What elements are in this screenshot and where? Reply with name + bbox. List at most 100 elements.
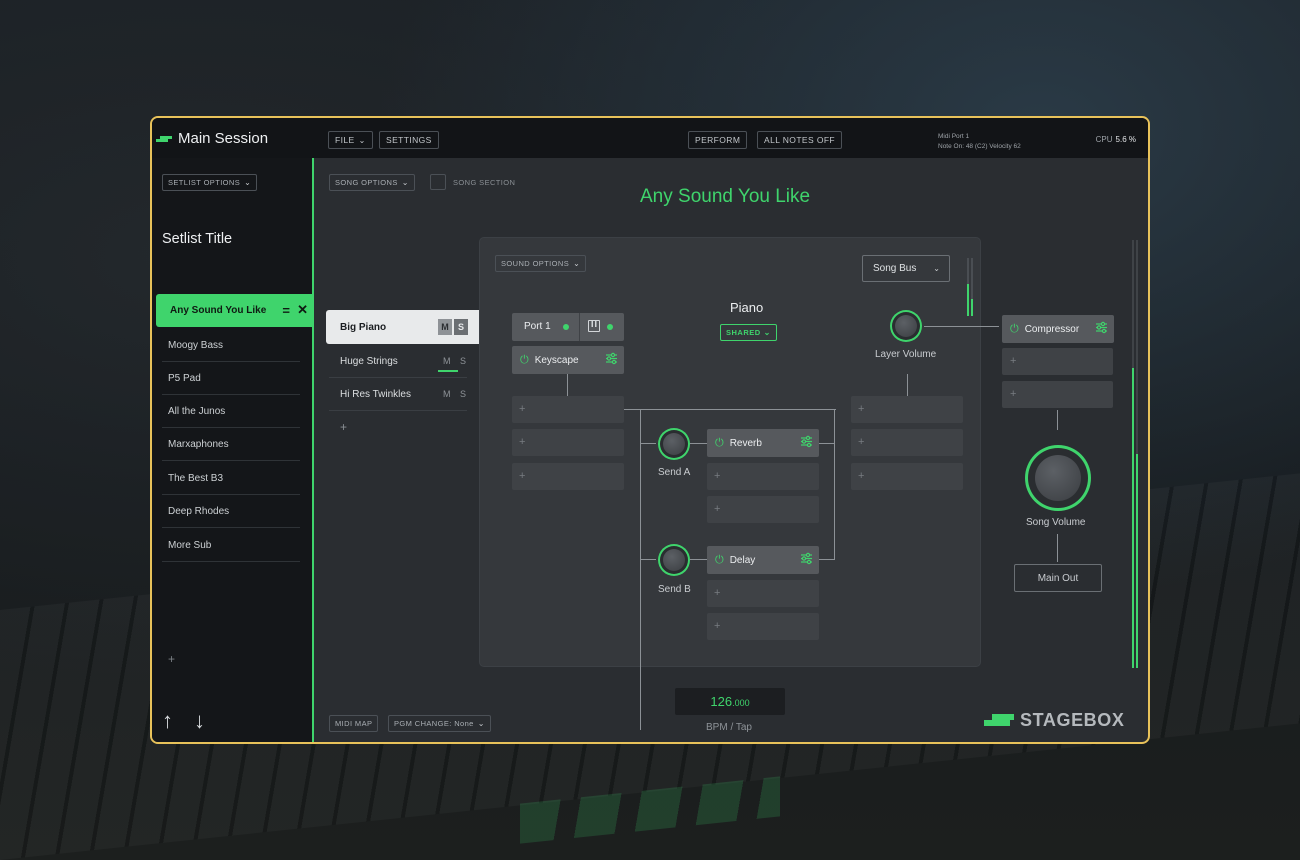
reverb-slot[interactable]: ⏻ Reverb <box>707 429 819 457</box>
bpm-value: 126 <box>710 694 733 709</box>
arrow-up-icon[interactable]: ↑ <box>162 708 173 734</box>
stagebox-logo-icon <box>984 714 1016 726</box>
insert-slot-empty[interactable]: + <box>851 429 963 456</box>
insert-slot-empty[interactable]: + <box>707 463 819 490</box>
instrument-slot[interactable]: ⏻ Keyscape <box>512 346 624 374</box>
setlist-song-active[interactable]: Any Sound You Like = ✕ <box>156 294 314 327</box>
setlist-song[interactable]: All the Junos <box>162 395 300 428</box>
arrow-down-icon[interactable]: ↓ <box>194 708 205 734</box>
knob-cap <box>1035 455 1081 501</box>
file-menu-button[interactable]: FILE ⌄ <box>328 131 373 149</box>
song-title: Any Sound You Like <box>640 186 811 207</box>
power-icon[interactable]: ⏻ <box>715 437 724 450</box>
power-icon[interactable]: ⏻ <box>1010 323 1019 336</box>
sound-name: Piano <box>730 300 764 315</box>
power-icon[interactable]: ⏻ <box>715 554 724 567</box>
compressor-slot[interactable]: ⏻ Compressor <box>1002 315 1114 343</box>
port-label: Port 1 <box>524 321 551 332</box>
setlist-song[interactable]: More Sub <box>162 529 300 562</box>
setlist-options-label: SETLIST OPTIONS <box>168 178 241 187</box>
solo-button[interactable]: S <box>460 389 466 399</box>
midi-port-text: Midi Port 1 <box>938 133 970 140</box>
setlist-song[interactable]: P5 Pad <box>162 362 300 395</box>
setlist-song[interactable]: Marxaphones <box>162 428 300 461</box>
signal-line <box>640 409 641 730</box>
add-song-button[interactable]: + <box>168 652 175 666</box>
song-options-dropdown[interactable]: SONG OPTIONS ⌄ <box>329 174 415 191</box>
drag-handle-icon[interactable]: = <box>282 303 290 318</box>
signal-line <box>690 559 707 560</box>
all-notes-off-button[interactable]: ALL NOTES OFF <box>757 131 843 149</box>
signal-line <box>690 443 707 444</box>
song-section-checkbox[interactable] <box>430 174 446 190</box>
song-bus-select[interactable]: Song Bus ⌄ <box>862 255 950 282</box>
mute-button[interactable]: M <box>443 356 451 366</box>
setlist-title[interactable]: Setlist Title <box>162 231 232 247</box>
chevron-down-icon: ⌄ <box>477 719 485 728</box>
layer-label: Big Piano <box>340 321 387 333</box>
chevron-down-icon: ⌄ <box>933 264 940 273</box>
main-meter-right <box>1136 240 1138 668</box>
insert-slot-empty[interactable]: + <box>851 463 963 490</box>
signal-line <box>819 443 834 444</box>
layer-item-active[interactable]: Big Piano M S <box>326 310 482 344</box>
setlist-song[interactable]: Moogy Bass <box>162 329 300 362</box>
insert-slot-empty[interactable]: + <box>707 496 819 523</box>
sound-panel: SOUND OPTIONS ⌄ Song Bus ⌄ Piano SHARED … <box>480 238 999 730</box>
bpm-tap-label[interactable]: BPM / Tap <box>706 722 752 733</box>
brand-name: STAGEBOX <box>1020 710 1125 730</box>
song-volume-label: Song Volume <box>1026 517 1086 528</box>
solo-button[interactable]: S <box>460 356 466 366</box>
setlist-options-dropdown[interactable]: SETLIST OPTIONS ⌄ <box>162 174 258 191</box>
layer-label: Huge Strings <box>340 355 398 367</box>
song-bus-meter-left <box>967 258 969 316</box>
midi-map-button[interactable]: MIDI MAP <box>329 715 379 732</box>
all-notes-off-label: ALL NOTES OFF <box>764 135 836 145</box>
mute-button[interactable]: M <box>443 389 451 399</box>
sound-options-dropdown[interactable]: SOUND OPTIONS ⌄ <box>495 255 587 272</box>
signal-line <box>1057 410 1058 430</box>
main-out-button[interactable]: Main Out <box>1014 564 1102 592</box>
send-a-knob[interactable] <box>658 428 690 460</box>
setlist-song[interactable]: Deep Rhodes <box>162 495 300 528</box>
midi-note-text: Note On: 48 (C2) Velocity 62 <box>938 143 1021 150</box>
song-section-label: SONG SECTION <box>453 178 516 187</box>
settings-button[interactable]: SETTINGS <box>379 131 439 149</box>
bpm-display[interactable]: 126.000 <box>675 688 785 715</box>
insert-slot-empty[interactable]: + <box>1002 381 1113 408</box>
insert-slot-empty[interactable]: + <box>851 396 963 423</box>
layer-item[interactable]: Huge Strings M S <box>329 345 467 378</box>
cpu-label: CPU <box>1095 135 1113 144</box>
close-icon[interactable]: ✕ <box>297 302 308 318</box>
add-layer-button[interactable]: + <box>340 420 347 434</box>
active-song-label: Any Sound You Like <box>170 305 267 316</box>
signal-line <box>924 326 999 327</box>
insert-slot-empty[interactable]: + <box>512 396 624 423</box>
keyboard-icon[interactable] <box>588 320 600 332</box>
power-icon[interactable]: ⏻ <box>520 354 529 367</box>
insert-slot-empty[interactable]: + <box>707 580 819 607</box>
perform-button[interactable]: PERFORM <box>688 131 748 149</box>
midi-port-selector[interactable]: Port 1 <box>512 313 624 341</box>
delay-slot[interactable]: ⏻ Delay <box>707 546 819 574</box>
settings-sliders-icon[interactable] <box>1095 321 1108 334</box>
solo-button[interactable]: S <box>454 319 468 335</box>
settings-sliders-icon[interactable] <box>605 352 618 365</box>
layer-volume-knob[interactable] <box>890 310 922 342</box>
insert-slot-empty[interactable]: + <box>1002 348 1113 375</box>
setlist-song[interactable]: The Best B3 <box>162 462 300 495</box>
settings-sliders-icon[interactable] <box>800 435 813 448</box>
shared-dropdown[interactable]: SHARED ⌄ <box>720 324 777 341</box>
song-volume-knob[interactable] <box>1025 445 1091 511</box>
layer-item[interactable]: Hi Res Twinkles M S <box>329 378 467 411</box>
insert-slot-empty[interactable]: + <box>512 463 624 490</box>
send-a-label: Send A <box>658 467 691 478</box>
settings-sliders-icon[interactable] <box>800 552 813 565</box>
pgm-change-dropdown[interactable]: PGM CHANGE: None ⌄ <box>388 715 491 732</box>
knob-cap <box>895 315 917 337</box>
send-b-knob[interactable] <box>658 544 690 576</box>
insert-slot-empty[interactable]: + <box>512 429 624 456</box>
shared-label: SHARED <box>726 328 761 337</box>
insert-slot-empty[interactable]: + <box>707 613 819 640</box>
mute-button[interactable]: M <box>438 319 452 335</box>
